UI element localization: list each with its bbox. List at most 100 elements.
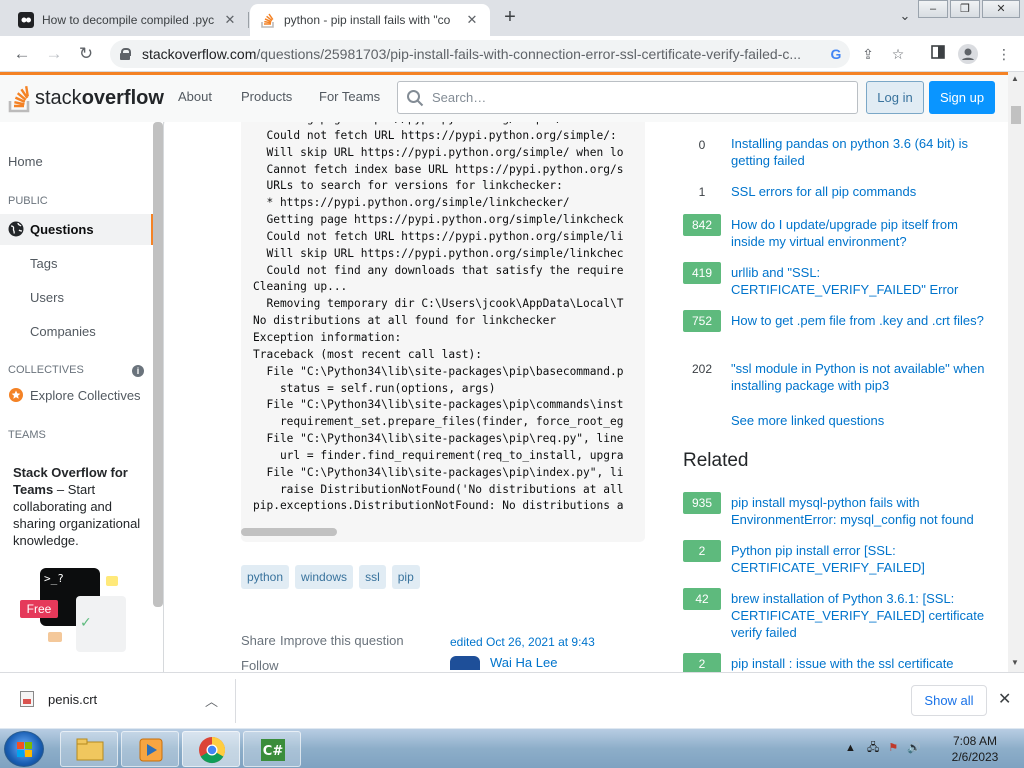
code-line: Removing temporary dir C:\Users\jcook\Ap… <box>253 297 624 311</box>
code-block: Getting page https://pypi.python.org/sim… <box>241 122 645 542</box>
question-link[interactable]: How do I update/upgrade pip itself from … <box>731 216 991 250</box>
question-score: 2 <box>683 653 721 672</box>
start-orb-icon[interactable] <box>4 731 44 767</box>
tag-python[interactable]: python <box>241 565 290 589</box>
bookmark-star-icon[interactable]: ☆ <box>888 44 908 64</box>
code-line: * https://pypi.python.org/simple/linkche… <box>253 196 570 210</box>
info-icon[interactable]: i <box>132 365 144 377</box>
sidebar-item-home[interactable]: Home <box>8 154 43 169</box>
code-line: Cleaning up... <box>253 280 348 294</box>
restore-icon[interactable]: ❐ <box>950 0 980 18</box>
reload-icon[interactable]: ↻ <box>74 42 98 66</box>
tag-pip[interactable]: pip <box>391 565 420 589</box>
close-download-shelf-icon[interactable]: ✕ <box>998 689 1011 709</box>
url-host: stackoverflow.com <box>142 46 257 62</box>
browser-tab-strip: How to decompile compiled .pyc ✕ python … <box>0 0 1024 36</box>
sidebar-item-tags[interactable]: Tags <box>30 256 57 271</box>
code-horizontal-scrollbar[interactable] <box>241 528 337 536</box>
free-badge: Free <box>20 600 58 618</box>
scroll-down-arrow-icon[interactable]: ▼ <box>1011 658 1019 667</box>
sidebar-item-companies[interactable]: Companies <box>30 324 96 339</box>
scroll-up-arrow-icon[interactable]: ▲ <box>1011 74 1019 83</box>
clock-time: 7:08 AM <box>952 734 998 748</box>
side-panel-icon[interactable] <box>928 44 948 64</box>
volume-icon[interactable]: 🔊 <box>907 742 921 754</box>
code-line: File "C:\Python34\lib\site-packages\pip\… <box>253 465 624 479</box>
csharp-icon: C# <box>261 739 285 761</box>
login-button[interactable]: Log in <box>866 81 924 114</box>
taskbar-media-player[interactable] <box>121 731 179 767</box>
taskbar-explorer[interactable] <box>60 731 118 767</box>
code-line: url = finder.find_requirement(req_to_ins… <box>253 448 624 462</box>
search-input[interactable]: Search… <box>397 81 858 114</box>
question-link[interactable]: Python pip install error [SSL: CERTIFICA… <box>731 542 991 576</box>
nav-for-teams[interactable]: For Teams <box>319 89 380 104</box>
tab-pip-install[interactable]: python - pip install fails with "co ✕ <box>250 4 490 36</box>
see-more-linked-link[interactable]: See more linked questions <box>731 413 884 428</box>
taskbar-chrome[interactable] <box>182 731 240 767</box>
code-line: Traceback (most recent call last): <box>253 347 483 361</box>
sidebar-item-questions[interactable]: Questions <box>8 221 94 237</box>
checklist-illustration-icon: ✓ <box>76 596 126 652</box>
question-score: 202 <box>683 358 721 380</box>
sidebar-item-users[interactable]: Users <box>30 290 64 305</box>
chevron-up-icon[interactable]: ︿ <box>205 691 218 710</box>
code-line: File "C:\Python34\lib\site-packages\pip\… <box>253 432 624 446</box>
follow-link[interactable]: Follow <box>241 658 279 672</box>
avatar[interactable] <box>450 655 480 670</box>
question-link[interactable]: SSL errors for all pip commands <box>731 183 991 200</box>
tab-favicon-icon <box>18 12 34 28</box>
edited-timestamp-link[interactable]: edited Oct 26, 2021 at 9:43 <box>450 635 595 649</box>
forward-arrow-icon[interactable]: → <box>42 42 66 66</box>
question-link[interactable]: How to get .pem file from .key and .crt … <box>731 312 991 329</box>
kebab-menu-icon[interactable]: ⋮ <box>994 44 1014 64</box>
url-path: /questions/25981703/pip-install-fails-wi… <box>256 46 802 62</box>
question-link[interactable]: pip install mysql-python fails with Envi… <box>731 494 991 528</box>
taskbar-clock[interactable]: 7:08 AM 2/6/2023 <box>940 733 1010 765</box>
question-link[interactable]: pip install : issue with the ssl certifi… <box>731 655 991 672</box>
globe-icon <box>8 221 24 237</box>
download-item[interactable]: penis.crt <box>20 691 97 707</box>
question-link[interactable]: Installing pandas on python 3.6 (64 bit)… <box>731 135 991 169</box>
improve-question-link[interactable]: Improve this question <box>280 633 404 648</box>
stackoverflow-logo-icon <box>8 83 32 113</box>
network-icon[interactable]: 🖧 <box>867 742 879 754</box>
search-icon <box>407 89 424 106</box>
sidebar-item-explore-collectives[interactable]: Explore Collectives <box>8 387 141 403</box>
stackoverflow-logo[interactable]: stackoverflow <box>8 83 164 113</box>
question-link[interactable]: "ssl module in Python is not available" … <box>731 360 991 394</box>
profile-avatar-icon[interactable] <box>958 44 978 64</box>
tag-ssl[interactable]: ssl <box>359 565 386 589</box>
question-link[interactable]: brew installation of Python 3.6.1: [SSL:… <box>731 590 991 641</box>
editor-username[interactable]: Wai Ha Lee <box>490 655 557 670</box>
code-line: Could not fetch URL https://pypi.python.… <box>253 229 624 243</box>
so-topbar: stackoverflow About Products For Teams S… <box>0 72 1008 122</box>
page-scrollbar[interactable]: ▲ ▼ <box>1008 72 1024 672</box>
address-bar[interactable]: stackoverflow.com/questions/25981703/pip… <box>110 40 850 68</box>
nav-about[interactable]: About <box>178 89 212 104</box>
minimize-icon[interactable]: – <box>918 0 948 18</box>
download-divider <box>235 679 236 723</box>
scrollbar-thumb[interactable] <box>1011 106 1021 124</box>
tray-expand-icon[interactable]: ▲ <box>845 742 856 754</box>
tab-close-icon[interactable]: ✕ <box>464 12 480 28</box>
tab-search-chevron-icon[interactable]: ⌄ <box>898 8 912 26</box>
tab-close-icon[interactable]: ✕ <box>222 12 238 28</box>
tag-windows[interactable]: windows <box>295 565 354 589</box>
google-translate-icon[interactable]: G <box>826 44 846 64</box>
signup-button[interactable]: Sign up <box>929 81 995 114</box>
close-window-icon[interactable]: ✕ <box>982 0 1020 18</box>
sidebar-scrollbar[interactable] <box>153 122 163 607</box>
new-tab-plus-icon[interactable]: + <box>498 6 522 30</box>
share-link[interactable]: Share <box>241 633 276 648</box>
show-all-downloads-button[interactable]: Show all <box>911 685 987 716</box>
taskbar-visual-csharp[interactable]: C# <box>243 731 301 767</box>
tab-decompile[interactable]: How to decompile compiled .pyc ✕ <box>8 4 248 36</box>
back-arrow-icon[interactable]: ← <box>10 42 34 66</box>
nav-products[interactable]: Products <box>241 89 292 104</box>
question-link[interactable]: urllib and "SSL: CERTIFICATE_VERIFY_FAIL… <box>731 264 991 298</box>
action-center-icon[interactable]: ⚑ <box>888 742 898 754</box>
sidebar-item-label: Questions <box>30 221 94 237</box>
chrome-icon <box>199 736 226 764</box>
share-icon[interactable]: ⇪ <box>858 44 878 64</box>
